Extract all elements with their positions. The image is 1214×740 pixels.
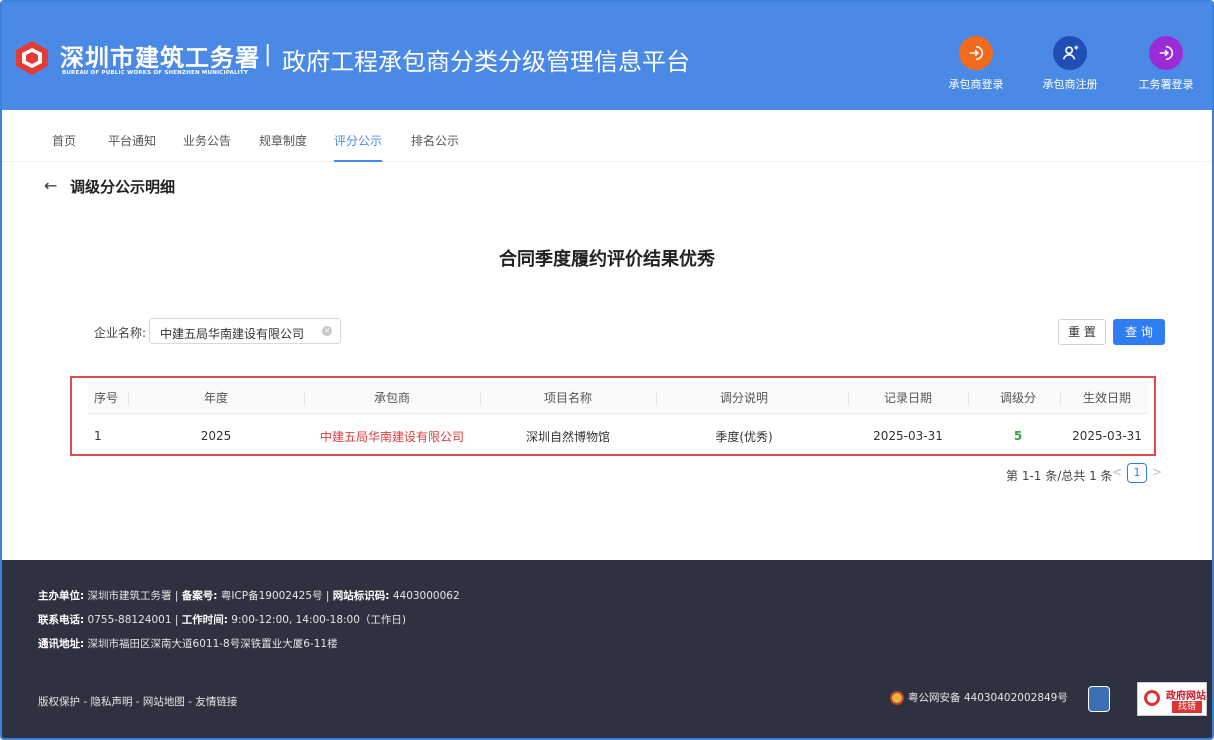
footer-line-contact: 联系电话: 0755-88124001 | 工作时间: 9:00-12:00, … [38, 612, 406, 627]
footer-links[interactable]: 版权保护 - 隐私声明 - 网站地图 - 友情链接 [38, 694, 237, 709]
query-button[interactable]: 查 询 [1113, 319, 1165, 345]
bureau-login-button[interactable]: 工务署登录 [1134, 36, 1198, 92]
section-title: 合同季度履约评价结果优秀 [499, 249, 715, 270]
header-project-name: 项目名称 [480, 382, 656, 413]
row-record-date: 2025-03-31 [873, 429, 943, 443]
host-value: 深圳市建筑工务署 [87, 590, 172, 602]
brand-separator: | [264, 42, 272, 67]
contractor-register-button[interactable]: 承包商注册 [1038, 36, 1102, 92]
nav-item-regulations[interactable]: 规章制度 [259, 132, 307, 162]
header-adjust-score: 调级分 [968, 382, 1068, 413]
gov-find-label: 找错 [1172, 701, 1202, 713]
row-effective-date: 2025-03-31 [1072, 429, 1142, 443]
row-project-name: 深圳自然博物馆 [525, 429, 610, 444]
header-year: 年度 [128, 382, 304, 413]
company-name-label: 企业名称: [94, 326, 147, 340]
gov-find-title: 政府网站 [1166, 691, 1206, 702]
hours-label: 工作时间: [181, 614, 228, 626]
contractor-register-label: 承包商注册 [1042, 78, 1098, 91]
top-header: 深圳市建筑工务署 BUREAU OF PUBLIC WORKS OF SHENZ… [2, 2, 1212, 110]
brand-name-cn: 深圳市建筑工务署 [60, 44, 260, 72]
reset-button[interactable]: 重 置 [1058, 319, 1106, 345]
row-index: 1 [94, 429, 102, 443]
platform-title: 政府工程承包商分类分级管理信息平台 [282, 48, 690, 76]
row-adjust-score: 5 [1013, 429, 1023, 443]
clear-icon[interactable]: × [322, 326, 332, 336]
next-page-button[interactable]: > [1152, 465, 1162, 479]
login-icon [1149, 36, 1183, 70]
contractor-login-label: 承包商登录 [948, 78, 1004, 91]
nav-item-notices[interactable]: 平台通知 [108, 132, 156, 162]
prev-page-button[interactable]: < [1112, 465, 1122, 479]
login-icon [959, 36, 993, 70]
site-id-label: 网站标识码: [332, 590, 390, 602]
row-adjust-desc: 季度(优秀) [715, 429, 773, 444]
page-frame: 深圳市建筑工务署 BUREAU OF PUBLIC WORKS OF SHENZ… [0, 0, 1214, 740]
address-value: 深圳市福田区深南大道6011-8号深铁置业大厦6-11楼 [87, 638, 338, 650]
page-number-button[interactable]: 1 [1127, 463, 1147, 483]
gov-site-find-error-badge[interactable]: 政府网站 找错 [1137, 682, 1207, 716]
header-effective-date: 生效日期 [1060, 382, 1154, 413]
site-id-value: 4403000062 [392, 590, 460, 602]
header-contractor: 承包商 [304, 382, 480, 413]
icp-value[interactable]: 粤ICP备19002425号 [221, 590, 323, 602]
nav-item-home[interactable]: 首页 [52, 132, 76, 162]
footer-separator: | [174, 590, 179, 602]
hours-value: 9:00-12:00, 14:00-18:00（工作日) [231, 614, 407, 626]
company-name-input[interactable]: 中建五局华南建设有限公司 × [149, 318, 341, 344]
nav-item-ranking-publicity[interactable]: 排名公示 [411, 132, 459, 162]
site-footer: 主办单位: 深圳市建筑工务署 | 备案号: 粤ICP备19002425号 | 网… [2, 560, 1212, 738]
main-nav: 首页 平台通知 业务公告 规章制度 评分公示 排名公示 [2, 110, 1212, 162]
host-label: 主办单位: [38, 590, 85, 602]
address-label: 通讯地址: [38, 638, 85, 650]
result-table: 序号 年度 承包商 项目名称 调分说明 记录日期 调级分 生效日期 1 2025… [70, 376, 1156, 456]
bureau-logo-icon [16, 41, 48, 75]
bureau-login-label: 工务署登录 [1138, 78, 1194, 91]
phone-value: 0755-88124001 [87, 614, 172, 626]
footer-line-address: 通讯地址: 深圳市福田区深南大道6011-8号深铁置业大厦6-11楼 [38, 636, 338, 651]
company-name-value: 中建五局华南建设有限公司 [160, 327, 305, 341]
nav-item-score-publicity[interactable]: 评分公示 [334, 132, 383, 162]
footer-line-host: 主办单位: 深圳市建筑工务署 | 备案号: 粤ICP备19002425号 | 网… [38, 588, 460, 603]
back-arrow-icon[interactable]: ← [44, 176, 57, 195]
footer-separator: | [325, 590, 330, 602]
icp-label: 备案号: [181, 590, 218, 602]
police-emblem-icon [890, 690, 904, 705]
table-header: 序号 年度 承包商 项目名称 调分说明 记录日期 调级分 生效日期 [88, 382, 1148, 414]
header-adjust-desc: 调分说明 [656, 382, 832, 413]
footer-separator: | [174, 614, 179, 626]
magnifier-icon [1144, 690, 1160, 706]
contractor-login-button[interactable]: 承包商登录 [944, 36, 1008, 92]
gov-site-icon[interactable] [1088, 686, 1110, 712]
user-add-icon [1053, 36, 1087, 70]
phone-label: 联系电话: [38, 614, 85, 626]
pagination-summary: 第 1-1 条/总共 1 条 [1006, 469, 1113, 483]
row-year: 2025 [200, 429, 232, 443]
nav-item-announcements[interactable]: 业务公告 [183, 132, 231, 162]
brand-name-en: BUREAU OF PUBLIC WORKS OF SHENZHEN MUNIC… [62, 70, 249, 76]
table-row: 1 2025 中建五局华南建设有限公司 深圳自然博物馆 季度(优秀) 2025-… [88, 418, 1148, 454]
page-title: 调级分公示明细 [70, 178, 176, 196]
row-contractor-link[interactable]: 中建五局华南建设有限公司 [304, 418, 480, 454]
header-record-date: 记录日期 [848, 382, 968, 413]
police-record-text: 粤公网安备 44030402002849号 [908, 692, 1068, 704]
police-record-badge[interactable]: 粤公网安备 44030402002849号 [890, 690, 1068, 705]
